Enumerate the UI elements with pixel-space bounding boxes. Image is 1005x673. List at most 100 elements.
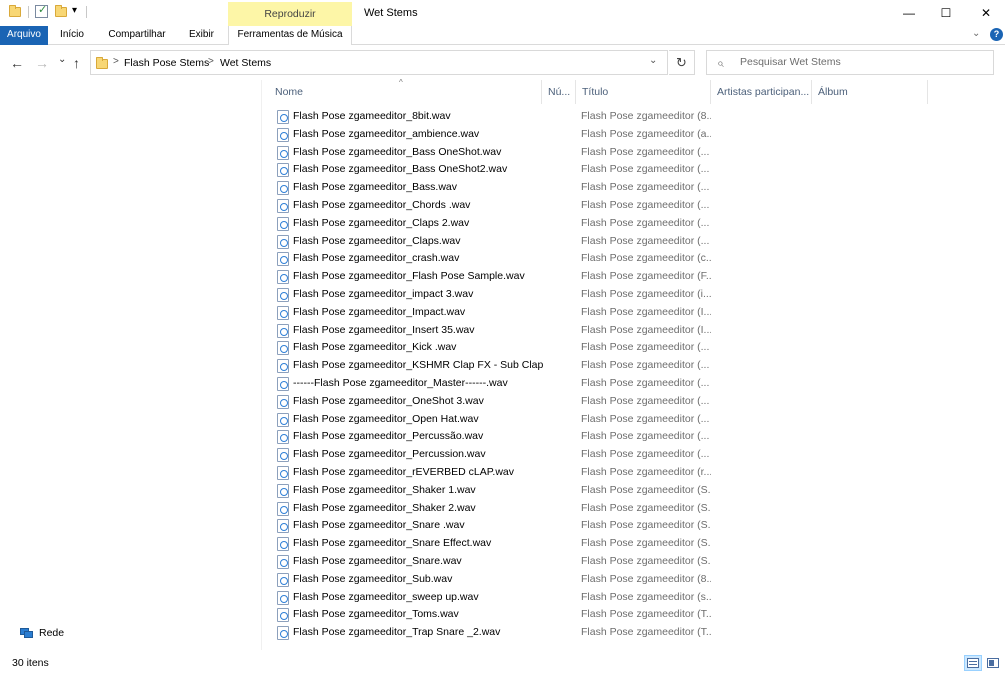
file-row[interactable]: Flash Pose zgameeditor_8bit.wav Flash Pos… — [274, 108, 994, 126]
file-row[interactable]: Flash Pose zgameeditor_Claps 2.wav Flash … — [274, 215, 994, 233]
file-title: Flash Pose zgameeditor (I... — [581, 323, 711, 336]
audio-file-icon — [277, 288, 289, 302]
divider — [86, 6, 87, 18]
properties-icon[interactable]: ✓ — [35, 4, 48, 18]
file-name: Flash Pose zgameeditor_Shaker 1.wav — [293, 483, 476, 496]
file-row[interactable]: Flash Pose zgameeditor_Toms.wav Flash Pos… — [274, 606, 994, 624]
refresh-button[interactable]: ↻ — [669, 50, 695, 75]
file-row[interactable]: Flash Pose zgameeditor_Impact.wav Flash P… — [274, 304, 994, 322]
breadcrumb-item[interactable]: Wet Stems — [220, 57, 271, 69]
pane-divider[interactable] — [261, 80, 262, 650]
audio-file-icon — [277, 127, 289, 142]
file-name: Flash Pose zgameeditor_Kick .wav — [293, 341, 457, 354]
file-row[interactable]: Flash Pose zgameeditor_Percussão.wav Flas… — [274, 428, 994, 446]
column-header-artists[interactable]: Artistas participan... — [711, 80, 811, 104]
file-title: Flash Pose zgameeditor (... — [581, 145, 710, 158]
file-row[interactable]: Flash Pose zgameeditor_Snare.wav Flash Po… — [274, 553, 994, 571]
file-name: Flash Pose zgameeditor_Percussion.wav — [293, 448, 486, 461]
column-header-album[interactable]: Álbum — [812, 80, 927, 104]
audio-file-icon — [277, 377, 289, 391]
back-button[interactable]: ← — [10, 55, 24, 71]
audio-file-icon — [277, 608, 289, 623]
file-title: Flash Pose zgameeditor (... — [581, 448, 710, 461]
file-row[interactable]: Flash Pose zgameeditor_Bass OneShot.wav F… — [274, 144, 994, 162]
column-header-title[interactable]: Título — [576, 80, 710, 104]
audio-file-icon — [277, 110, 289, 124]
file-title: Flash Pose zgameeditor (... — [581, 394, 710, 407]
breadcrumb-item[interactable]: Flash Pose Stems — [124, 57, 209, 69]
recent-locations-button[interactable]: ⌄ — [58, 54, 66, 65]
file-title: Flash Pose zgameeditor (... — [581, 163, 710, 176]
audio-file-icon — [277, 555, 289, 569]
file-row[interactable]: Flash Pose zgameeditor_Trap Snare _2.wav… — [274, 624, 994, 642]
file-row[interactable]: Flash Pose zgameeditor_Snare Effect.wav F… — [274, 535, 994, 553]
customize-quick-access-icon[interactable]: ▾ — [72, 5, 77, 16]
tab-inicio[interactable]: Início — [52, 26, 92, 45]
file-row[interactable]: Flash Pose zgameeditor_OneShot 3.wav Flas… — [274, 393, 994, 411]
sidebar-item-network[interactable]: Rede — [20, 625, 64, 641]
address-dropdown-icon[interactable]: ⌄ — [649, 55, 657, 66]
file-row[interactable]: Flash Pose zgameeditor_Shaker 2.wav Flash… — [274, 500, 994, 518]
file-title: Flash Pose zgameeditor (s... — [581, 590, 711, 603]
file-row[interactable]: Flash Pose zgameeditor_Snare .wav Flash P… — [274, 517, 994, 535]
audio-file-icon — [277, 590, 289, 605]
up-button[interactable]: ↑ — [73, 55, 80, 71]
file-row[interactable]: Flash Pose zgameeditor_Chords .wav Flash … — [274, 197, 994, 215]
large-icons-view-button[interactable] — [984, 655, 1002, 671]
file-name: Flash Pose zgameeditor_OneShot 3.wav — [293, 394, 484, 407]
file-row[interactable]: Flash Pose zgameeditor_Open Hat.wav Flash… — [274, 411, 994, 429]
help-icon[interactable]: ? — [990, 28, 1003, 41]
file-row[interactable]: Flash Pose zgameeditor_ambience.wav Flash… — [274, 126, 994, 144]
file-title: Flash Pose zgameeditor (... — [581, 377, 710, 389]
file-row[interactable]: Flash Pose zgameeditor_Kick .wav Flash Po… — [274, 339, 994, 357]
tab-ferramentas-de-musica[interactable]: Ferramentas de Música — [228, 26, 352, 45]
search-icon: ⌕ — [717, 56, 724, 70]
file-name: Flash Pose zgameeditor_Trap Snare _2.wav — [293, 626, 501, 639]
address-bar[interactable]: > Flash Pose Stems > Wet Stems ⌄ — [90, 50, 668, 75]
forward-button[interactable]: → — [35, 55, 49, 71]
file-row[interactable]: Flash Pose zgameeditor_impact 3.wav Flash… — [274, 286, 994, 304]
audio-file-icon — [277, 412, 289, 427]
file-title: Flash Pose zgameeditor (S... — [581, 483, 711, 496]
file-row[interactable]: Flash Pose zgameeditor_sweep up.wav Flash… — [274, 589, 994, 607]
file-row[interactable]: Flash Pose zgameeditor_Sub.wav Flash Pose… — [274, 571, 994, 589]
ribbon-expand-icon[interactable]: ⌄ — [972, 28, 980, 39]
details-view-button[interactable] — [964, 655, 982, 671]
file-title: Flash Pose zgameeditor (S... — [581, 501, 711, 514]
file-row[interactable]: ------Flash Pose zgameeditor_Master-----… — [274, 375, 994, 393]
file-row[interactable]: Flash Pose zgameeditor_Claps.wav Flash Po… — [274, 233, 994, 251]
file-row[interactable]: Flash Pose zgameeditor_rEVERBED cLAP.wav… — [274, 464, 994, 482]
audio-file-icon — [277, 466, 289, 480]
file-name: Flash Pose zgameeditor_8bit.wav — [293, 110, 451, 122]
close-button[interactable]: ✕ — [963, 0, 1005, 26]
file-row[interactable]: Flash Pose zgameeditor_Bass.wav Flash Pos… — [274, 179, 994, 197]
file-row[interactable]: Flash Pose zgameeditor_Insert 35.wav Flas… — [274, 322, 994, 340]
file-row[interactable]: Flash Pose zgameeditor_crash.wav Flash Po… — [274, 250, 994, 268]
audio-file-icon — [277, 359, 289, 374]
file-row[interactable]: Flash Pose zgameeditor_Percussion.wav Fla… — [274, 446, 994, 464]
file-row[interactable]: Flash Pose zgameeditor_Shaker 1.wav Flash… — [274, 482, 994, 500]
file-title: Flash Pose zgameeditor (S... — [581, 519, 711, 532]
audio-file-icon — [277, 519, 289, 534]
search-box[interactable]: ⌕ — [706, 50, 994, 75]
audio-file-icon — [277, 323, 289, 338]
tab-compartilhar[interactable]: Compartilhar — [101, 26, 173, 45]
file-name: Flash Pose zgameeditor_Shaker 2.wav — [293, 501, 476, 514]
search-input[interactable] — [740, 56, 990, 68]
column-resize-handle[interactable] — [927, 80, 928, 104]
file-row[interactable]: Flash Pose zgameeditor_Bass OneShot2.wav… — [274, 161, 994, 179]
column-header-name[interactable]: Nome — [269, 80, 541, 104]
audio-file-icon — [277, 252, 289, 267]
file-name: Flash Pose zgameeditor_Insert 35.wav — [293, 323, 475, 336]
tab-exibir[interactable]: Exibir — [183, 26, 220, 45]
audio-file-icon — [277, 234, 289, 249]
column-header-number[interactable]: Nú... — [542, 80, 575, 104]
file-name: Flash Pose zgameeditor_Flash Pose Sample… — [293, 270, 525, 283]
audio-file-icon — [277, 501, 289, 516]
file-title: Flash Pose zgameeditor (T... — [581, 608, 711, 621]
file-row[interactable]: Flash Pose zgameeditor_Flash Pose Sample… — [274, 268, 994, 286]
file-title: Flash Pose zgameeditor (... — [581, 359, 710, 372]
file-title: Flash Pose zgameeditor (... — [581, 412, 710, 425]
file-row[interactable]: Flash Pose zgameeditor_KSHMR Clap FX - S… — [274, 357, 994, 375]
tab-arquivo[interactable]: Arquivo — [0, 26, 48, 45]
